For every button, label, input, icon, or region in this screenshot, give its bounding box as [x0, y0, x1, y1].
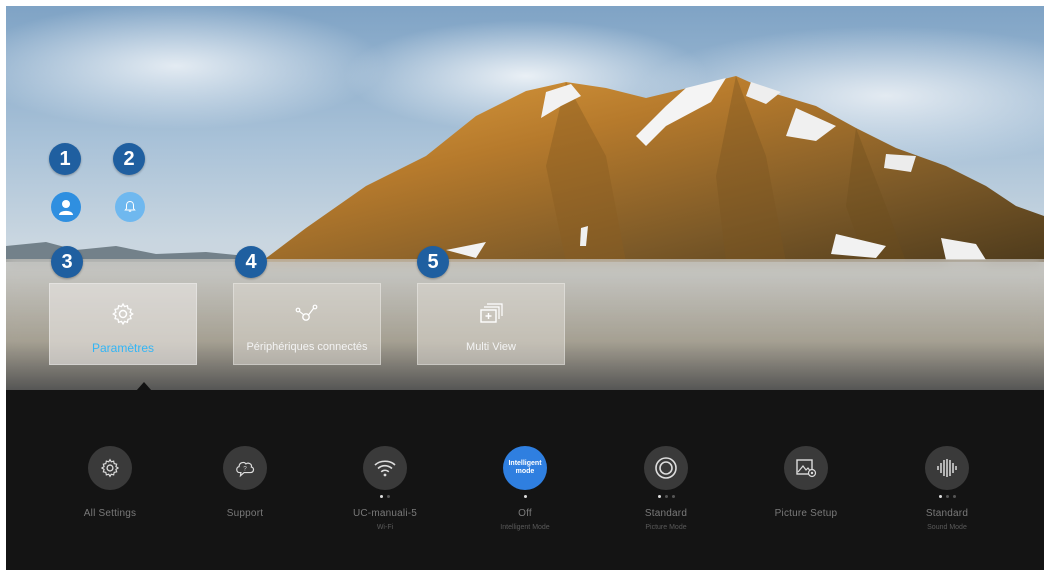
quick-label: Off: [518, 508, 532, 519]
tv-home-screen: 1 2 3 4 5 Paramètres Périphériques conne…: [6, 6, 1044, 570]
quick-label: UC-manuali-5: [352, 508, 418, 519]
intelligent-mode-icon: Intelligent mode: [508, 460, 541, 476]
gear-icon: [112, 302, 134, 326]
page-dots: [55, 492, 165, 500]
quick-sound-mode-circle: [925, 446, 969, 490]
quick-all-settings-circle: [88, 446, 132, 490]
tile-multi-view-label: Multi View: [466, 341, 516, 353]
quick-label: Picture Setup: [774, 508, 838, 519]
quick-support-circle: ?: [223, 446, 267, 490]
page-dots: [892, 492, 1002, 500]
quick-settings-bar: All Settings ? Support UC-manuali-5 Wi-F…: [6, 390, 1044, 570]
quick-label: Standard: [925, 508, 969, 519]
quick-picture-mode-circle: [644, 446, 688, 490]
quick-sub: Picture Mode: [645, 524, 687, 531]
quick-support[interactable]: ? Support: [190, 446, 300, 524]
quick-label: Support: [226, 508, 264, 519]
quick-picture-setup[interactable]: Picture Setup: [751, 446, 861, 524]
picture-mode-icon: [655, 457, 677, 479]
marker-4: 4: [235, 246, 267, 278]
quick-picture-setup-circle: [784, 446, 828, 490]
marker-2: 2: [113, 143, 145, 175]
quick-wifi[interactable]: UC-manuali-5 Wi-Fi: [330, 446, 440, 531]
intelligent-mode-badge-line1: Intelligent: [508, 460, 542, 467]
notification-button[interactable]: [115, 192, 145, 222]
tile-connected-devices-label: Périphériques connectés: [246, 341, 368, 353]
sound-mode-icon: [937, 459, 957, 477]
quick-all-settings[interactable]: All Settings: [55, 446, 165, 524]
quick-label: All Settings: [83, 508, 137, 519]
quick-sub: Intelligent Mode: [500, 524, 550, 531]
tile-settings-label: Paramètres: [91, 341, 155, 355]
tile-connected-devices[interactable]: Périphériques connectés: [233, 283, 381, 365]
quick-intelligent-mode-circle: Intelligent mode: [503, 446, 547, 490]
tile-settings[interactable]: Paramètres: [49, 283, 197, 365]
page-dots: [190, 492, 300, 500]
quick-wifi-circle: [363, 446, 407, 490]
quick-sub: Sound Mode: [927, 524, 967, 531]
support-icon: ?: [236, 461, 255, 478]
page-dots: [751, 492, 861, 500]
wifi-icon: [374, 460, 396, 477]
page-dots: [330, 492, 440, 500]
bell-icon: [124, 200, 136, 212]
gear-icon: [100, 458, 120, 478]
marker-5: 5: [417, 246, 449, 278]
multi-view-icon: [480, 303, 503, 323]
marker-1: 1: [49, 143, 81, 175]
tile-multi-view[interactable]: Multi View: [417, 283, 565, 365]
quick-label: Standard: [644, 508, 688, 519]
quick-sound-mode[interactable]: Standard Sound Mode: [892, 446, 1002, 531]
quick-picture-mode[interactable]: Standard Picture Mode: [611, 446, 721, 531]
quick-intelligent-mode[interactable]: Intelligent mode Off Intelligent Mode: [470, 446, 580, 531]
connected-devices-icon: [295, 304, 318, 321]
intelligent-mode-badge-line2: mode: [515, 468, 535, 475]
profile-button[interactable]: [51, 192, 81, 222]
page-dots: [470, 492, 580, 500]
profile-icon: [59, 200, 73, 215]
quick-sub: Wi-Fi: [376, 524, 394, 531]
picture-setup-icon: [796, 459, 817, 478]
svg-text:?: ?: [243, 465, 247, 472]
page-dots: [611, 492, 721, 500]
marker-3: 3: [51, 246, 83, 278]
